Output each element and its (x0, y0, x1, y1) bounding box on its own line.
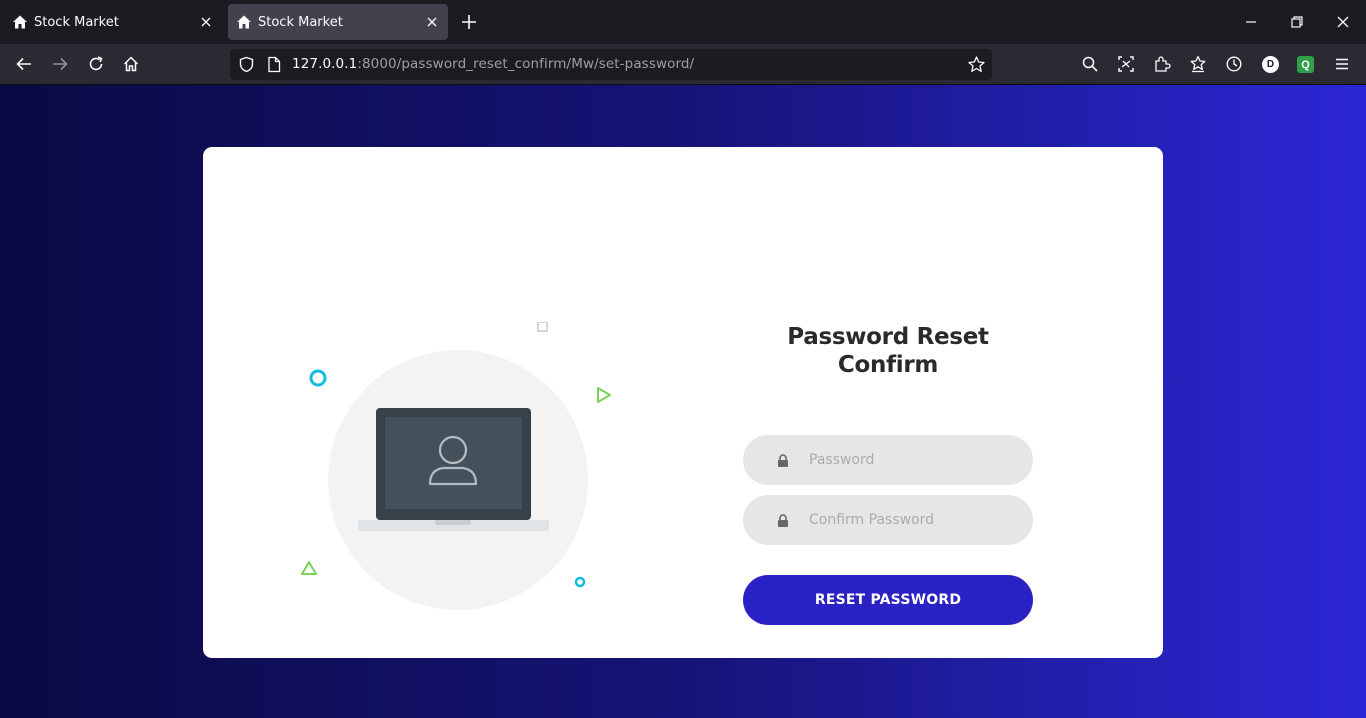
tab-strip: Stock Market Stock Market (0, 0, 1366, 44)
reload-icon[interactable] (87, 55, 105, 73)
laptop-illustration (298, 322, 628, 622)
tab-stock-market-2[interactable]: Stock Market (228, 4, 448, 40)
lock-icon (778, 514, 788, 527)
home-icon[interactable] (122, 55, 140, 73)
shield-icon[interactable] (238, 56, 255, 73)
history-icon[interactable] (1225, 55, 1243, 73)
menu-icon[interactable] (1333, 55, 1351, 73)
title-line-1: Password Reset (787, 324, 989, 350)
url-text[interactable]: 127.0.0.1:8000/password_reset_confirm/Mw… (292, 56, 694, 72)
profile-avatar[interactable]: D (1262, 56, 1279, 73)
navigation-toolbar: 127.0.0.1:8000/password_reset_confirm/Mw… (0, 44, 1366, 85)
extension-q-icon[interactable]: Q (1297, 56, 1314, 73)
home-icon (13, 15, 27, 29)
close-tab-icon[interactable] (424, 14, 440, 30)
reset-card: Password Reset Confirm RESET PASSWORD (203, 147, 1163, 658)
page-background: Password Reset Confirm RESET PASSWORD (0, 85, 1366, 718)
bookmark-star-icon[interactable] (967, 55, 986, 74)
page-icon[interactable] (267, 56, 281, 73)
tab-title: Stock Market (258, 14, 343, 30)
address-bar[interactable]: 127.0.0.1:8000/password_reset_confirm/Mw… (230, 49, 992, 80)
bookmarks-icon[interactable] (1189, 55, 1207, 73)
tab-stock-market-1[interactable]: Stock Market (0, 4, 222, 40)
confirm-password-field[interactable] (743, 495, 1033, 545)
page-title: Password Reset Confirm (738, 323, 1038, 379)
forward-icon[interactable] (51, 55, 69, 73)
url-host: 127.0.0.1 (292, 56, 358, 72)
new-tab-icon[interactable] (460, 13, 478, 31)
close-tab-icon[interactable] (198, 14, 214, 30)
close-window-icon[interactable] (1334, 13, 1352, 31)
restore-icon[interactable] (1288, 13, 1306, 31)
confirm-password-input[interactable] (809, 495, 1019, 545)
screenshot-icon[interactable] (1117, 55, 1135, 73)
extensions-icon[interactable] (1153, 55, 1171, 73)
password-input[interactable] (809, 435, 1019, 485)
password-field[interactable] (743, 435, 1033, 485)
home-icon (237, 15, 251, 29)
url-path: :8000/password_reset_confirm/Mw/set-pass… (357, 56, 695, 72)
search-icon[interactable] (1081, 55, 1099, 73)
laptop-user-icon (301, 322, 611, 588)
minimize-icon[interactable] (1242, 13, 1260, 31)
reset-password-button[interactable]: RESET PASSWORD (743, 575, 1033, 625)
tab-title: Stock Market (34, 14, 119, 30)
back-icon[interactable] (15, 55, 33, 73)
title-line-2: Confirm (837, 352, 939, 378)
lock-icon (778, 454, 788, 467)
